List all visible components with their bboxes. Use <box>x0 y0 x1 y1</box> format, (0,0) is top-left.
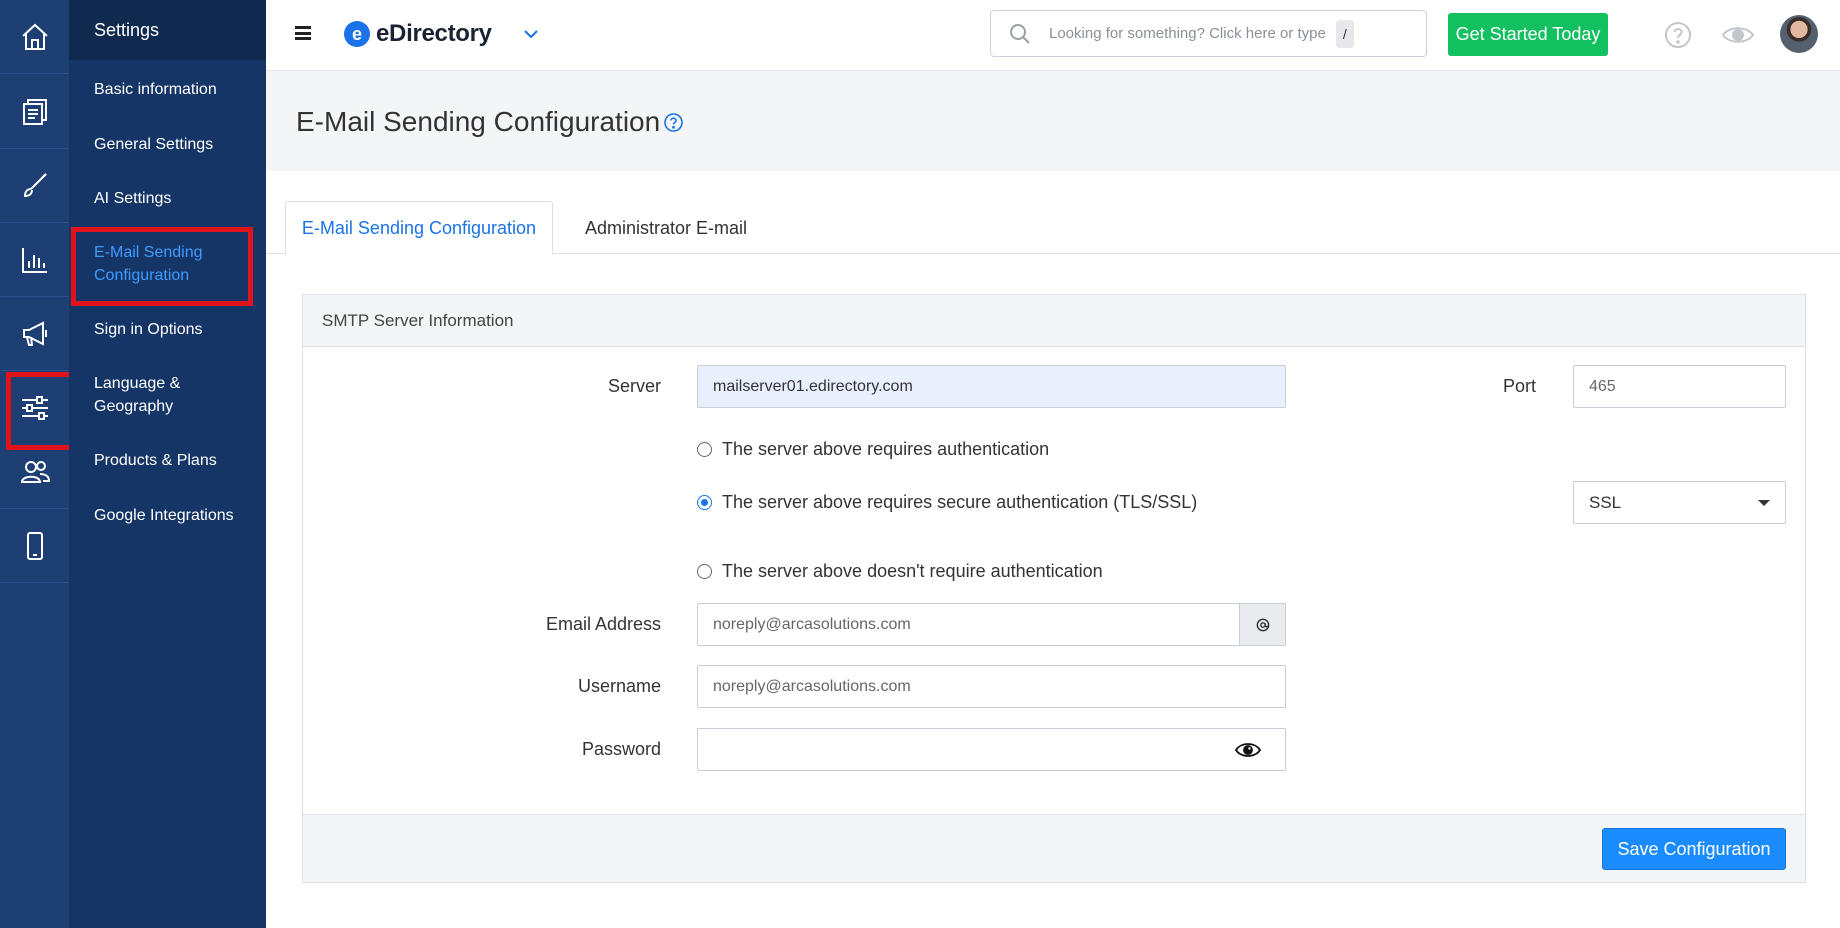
sidebar-item-sign-in-options[interactable]: Sign in Options <box>94 318 259 341</box>
panel-title: SMTP Server Information <box>303 295 1805 347</box>
search-shortcut-key: / <box>1335 19 1354 48</box>
radio-auth-secure[interactable] <box>697 495 712 510</box>
page-title: E-Mail Sending Configuration <box>296 106 661 137</box>
at-sign-icon <box>1256 618 1269 631</box>
home-icon <box>21 23 48 50</box>
port-label: Port <box>1502 376 1536 396</box>
sidebar-item-ai-settings[interactable]: AI Settings <box>94 187 259 210</box>
sliders-icon <box>21 396 48 420</box>
sidebar-item-general-settings[interactable]: General Settings <box>94 133 259 156</box>
mobile-icon <box>26 531 43 560</box>
bar-chart-icon <box>21 247 47 273</box>
avatar[interactable] <box>1780 15 1818 53</box>
eye-icon[interactable] <box>1721 20 1755 50</box>
server-label: Server <box>607 376 661 396</box>
rail-design[interactable] <box>0 149 69 223</box>
save-configuration-button[interactable]: Save Configuration <box>1602 828 1786 870</box>
sidebar-title: Settings <box>69 0 266 60</box>
security-type-value: SSL <box>1589 492 1622 512</box>
sidebar-item-products-plans[interactable]: Products & Plans <box>94 449 259 472</box>
username-label: Username <box>577 676 661 696</box>
icon-rail <box>0 0 74 928</box>
rail-home[interactable] <box>0 0 69 74</box>
search-input[interactable]: Looking for something? Click here or typ… <box>990 10 1427 57</box>
search-icon <box>1010 23 1030 44</box>
rail-content[interactable] <box>0 75 69 149</box>
auth-option-label: The server above requires authentication <box>722 439 1050 459</box>
brand[interactable]: e eDirectory <box>344 20 540 48</box>
documents-icon <box>22 98 47 125</box>
email-addon-button[interactable] <box>1240 603 1286 646</box>
rail-apps[interactable] <box>0 509 69 583</box>
security-type-select[interactable]: SSL <box>1573 481 1786 524</box>
port-input[interactable]: 465 <box>1573 365 1786 408</box>
get-started-button[interactable]: Get Started Today <box>1448 13 1608 56</box>
panel-footer: Save Configuration <box>303 814 1805 882</box>
rail-reports[interactable] <box>0 223 69 297</box>
caret-down-icon <box>1758 499 1770 506</box>
help-icon[interactable] <box>663 112 684 133</box>
tab-administrator-email[interactable]: Administrator E-mail <box>556 201 776 255</box>
auth-option-label: The server above requires secure authent… <box>722 492 1198 512</box>
brush-icon <box>23 172 47 197</box>
password-input[interactable] <box>697 728 1286 771</box>
email-address-label: Email Address <box>545 614 661 634</box>
brand-name: eDirectory <box>376 20 492 47</box>
settings-sidebar: Settings Basic information General Setti… <box>69 0 266 928</box>
sidebar-item-basic-information[interactable]: Basic information <box>94 78 259 101</box>
auth-option-label: The server above doesn't require authent… <box>722 561 1103 581</box>
top-bar: e eDirectory Looking for something? Clic… <box>266 0 1840 71</box>
radio-auth-required[interactable] <box>697 442 712 457</box>
help-circle-icon[interactable] <box>1663 20 1693 50</box>
auth-option-required[interactable]: The server above requires authentication <box>697 439 1049 460</box>
username-input[interactable]: noreply@arcasolutions.com <box>697 665 1286 708</box>
tab-email-sending-configuration[interactable]: E-Mail Sending Configuration <box>285 201 553 255</box>
megaphone-icon <box>22 320 47 346</box>
server-input[interactable]: mailserver01.edirectory.com <box>697 365 1286 408</box>
auth-option-secure[interactable]: The server above requires secure authent… <box>697 492 1197 513</box>
users-icon <box>20 460 50 483</box>
sidebar-item-language-geography[interactable]: Language & Geography <box>94 372 214 418</box>
chevron-down-icon[interactable] <box>522 25 540 43</box>
show-password-eye-icon[interactable] <box>1234 740 1262 760</box>
email-address-input[interactable]: noreply@arcasolutions.com <box>697 603 1240 646</box>
password-label: Password <box>581 739 661 759</box>
rail-users[interactable] <box>0 435 69 509</box>
radio-auth-none[interactable] <box>697 564 712 579</box>
rail-settings[interactable] <box>0 371 74 450</box>
menu-icon[interactable] <box>295 26 311 40</box>
sidebar-item-google-integrations[interactable]: Google Integrations <box>94 504 259 527</box>
brand-logo-icon: e <box>344 21 370 47</box>
search-placeholder: Looking for something? Click here or typ… <box>1049 25 1326 42</box>
page-header: E-Mail Sending Configuration <box>266 72 1840 171</box>
rail-promote[interactable] <box>0 297 69 371</box>
auth-option-none[interactable]: The server above doesn't require authent… <box>697 561 1103 582</box>
smtp-panel: SMTP Server Information Server mailserve… <box>302 294 1806 883</box>
sidebar-item-email-sending-configuration[interactable]: E-Mail Sending Configuration <box>94 241 214 287</box>
tab-bar: E-Mail Sending Configuration Administrat… <box>266 201 1840 255</box>
